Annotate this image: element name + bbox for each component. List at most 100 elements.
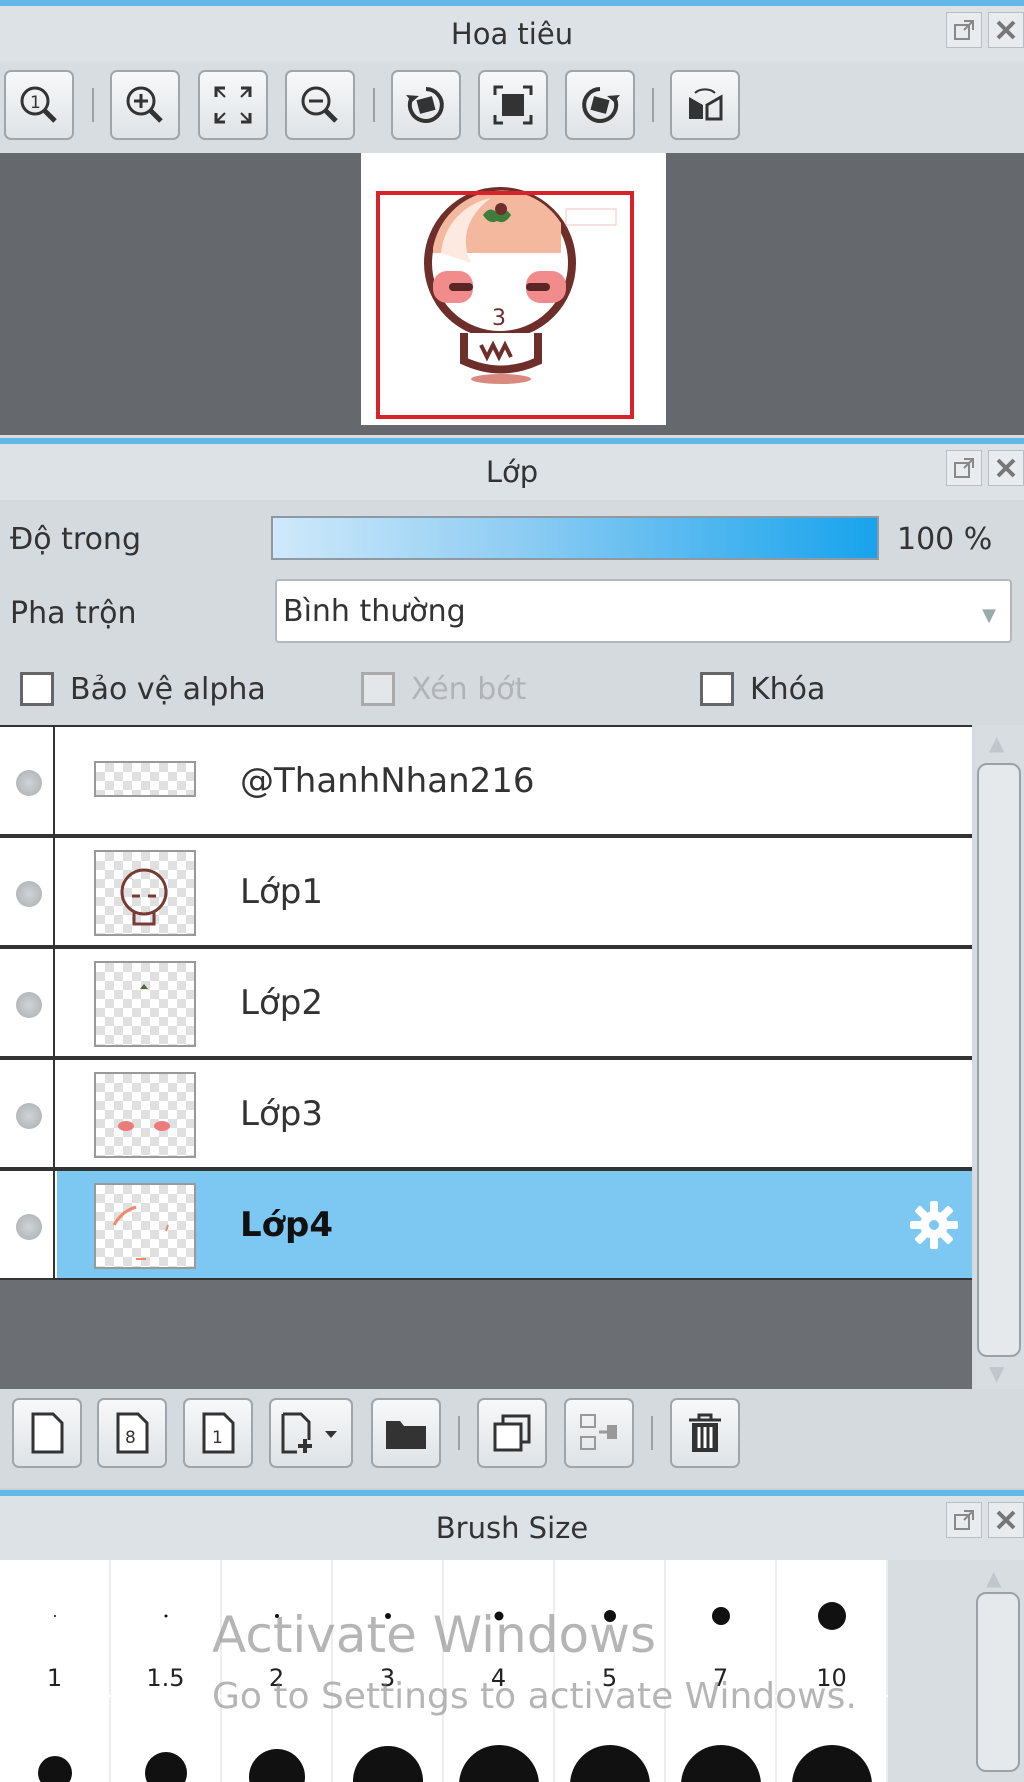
layer-thumbnail	[94, 1183, 196, 1269]
brush-dot	[37, 1756, 72, 1782]
layer-name: Lớp2	[240, 983, 323, 1023]
new-folder-button[interactable]	[371, 1398, 441, 1468]
layer-row[interactable]: Lớp3	[0, 1058, 972, 1169]
brush-size-cell[interactable]	[111, 1697, 222, 1782]
zoom-actual-size-button[interactable]: 1	[4, 70, 74, 140]
toolbar-separator	[652, 88, 654, 122]
delete-layer-button[interactable]	[670, 1398, 740, 1468]
blend-mode-dropdown[interactable]: Bình thường ▼	[275, 579, 1012, 643]
lock-label: Khóa	[750, 672, 826, 707]
navigator-canvas[interactable]: 3	[0, 153, 1024, 435]
zoom-out-button[interactable]	[285, 70, 355, 140]
layer-titlebar: Lớp	[0, 438, 1024, 500]
skull-drawing: 3	[376, 187, 634, 419]
rotate-right-button[interactable]	[565, 70, 635, 140]
clipping-checkbox[interactable]	[361, 672, 395, 706]
zoom-in-button[interactable]	[110, 70, 180, 140]
navigator-panel: Hoa tiêu 1 3	[0, 0, 1024, 438]
opacity-value: 100 %	[897, 522, 993, 557]
undock-icon[interactable]	[946, 450, 982, 486]
visibility-icon[interactable]	[16, 881, 42, 907]
svg-text:1: 1	[30, 93, 41, 113]
layer-thumbnail	[94, 761, 196, 797]
brush-scrollbar[interactable]: ▲	[970, 1560, 1024, 1782]
visibility-icon[interactable]	[16, 1103, 42, 1129]
layer-name: Lớp3	[240, 1094, 323, 1134]
scrollbar-thumb[interactable]	[977, 763, 1021, 1357]
opacity-label: Độ trong	[10, 522, 141, 557]
svg-text:1: 1	[212, 1428, 223, 1448]
brush-size-cell[interactable]: 7	[666, 1560, 777, 1695]
brush-dot	[164, 1614, 167, 1618]
brush-dot	[144, 1752, 187, 1782]
visibility-cell[interactable]	[0, 838, 55, 945]
blend-mode-value: Bình thường	[283, 593, 466, 629]
scroll-down-icon[interactable]: ▼	[989, 1361, 1004, 1385]
settings-gear-icon[interactable]	[908, 1199, 960, 1255]
brush-size-cell[interactable]	[0, 1697, 111, 1782]
layer-row[interactable]: @ThanhNhan216	[0, 725, 972, 836]
visibility-cell[interactable]	[0, 949, 55, 1056]
toolbar-separator	[373, 88, 375, 122]
layer-name: Lớp1	[240, 872, 323, 912]
layer-title: Lớp	[485, 455, 539, 489]
toolbar-separator	[92, 88, 94, 122]
visibility-cell[interactable]	[0, 1060, 55, 1167]
add-layer-dropdown-button[interactable]	[269, 1398, 353, 1468]
navigator-window-controls	[946, 12, 1024, 48]
scrollbar-thumb[interactable]	[976, 1592, 1020, 1772]
new-1bit-layer-button[interactable]: 1	[183, 1398, 253, 1468]
layer-window-controls	[946, 450, 1024, 486]
visibility-icon[interactable]	[16, 992, 42, 1018]
visibility-icon[interactable]	[16, 770, 42, 796]
brush-size-cell[interactable]: 10	[777, 1560, 888, 1695]
layer-name: Lớp4	[240, 1205, 334, 1245]
layer-row-selected[interactable]: Lớp4	[0, 1169, 972, 1280]
layer-row[interactable]: Lớp2	[0, 947, 972, 1058]
brush-dot	[791, 1745, 872, 1782]
activation-watermark-subtitle: Go to Settings to activate Windows.	[212, 1676, 857, 1717]
visibility-icon[interactable]	[16, 1214, 42, 1240]
fit-to-window-button[interactable]	[198, 70, 268, 140]
flip-horizontal-button[interactable]	[670, 70, 740, 140]
layer-name: @ThanhNhan216	[240, 761, 535, 801]
layer-thumbnail	[94, 850, 196, 936]
layer-row[interactable]: Lớp1	[0, 836, 972, 947]
navigator-titlebar: Hoa tiêu	[0, 0, 1024, 62]
scroll-up-icon[interactable]: ▲	[986, 1566, 1001, 1590]
activation-watermark-title: Activate Windows	[212, 1606, 656, 1664]
undock-icon[interactable]	[946, 1502, 982, 1538]
brush-dot	[53, 1615, 56, 1617]
opacity-slider[interactable]	[271, 516, 879, 560]
brush-size-label: 1.5	[146, 1664, 185, 1692]
svg-text:8: 8	[125, 1428, 136, 1448]
layer-scrollbar[interactable]: ▲ ▼	[975, 725, 1024, 1389]
brush-size-cell[interactable]: 1.5	[111, 1560, 222, 1695]
scroll-up-icon[interactable]: ▲	[989, 731, 1004, 755]
close-icon[interactable]	[988, 1502, 1024, 1538]
close-icon[interactable]	[988, 12, 1024, 48]
preview-mouth-number: 3	[492, 306, 506, 331]
lock-checkbox[interactable]	[700, 672, 734, 706]
new-raster-layer-button[interactable]	[12, 1398, 82, 1468]
new-8bit-layer-button[interactable]: 8	[97, 1398, 167, 1468]
rotate-left-button[interactable]	[391, 70, 461, 140]
brush-dot	[458, 1745, 539, 1782]
visibility-cell[interactable]	[0, 1171, 55, 1278]
brush-dot	[352, 1746, 423, 1782]
clipping-label: Xén bớt	[411, 672, 527, 707]
merge-down-button[interactable]	[564, 1398, 634, 1468]
protect-alpha-checkbox[interactable]	[20, 672, 54, 706]
brush-dot	[817, 1602, 846, 1630]
visibility-cell[interactable]	[0, 727, 55, 834]
brush-dot	[569, 1745, 650, 1782]
duplicate-layer-button[interactable]	[477, 1398, 547, 1468]
close-icon[interactable]	[988, 450, 1024, 486]
canvas-preview-image: 3	[361, 153, 666, 425]
brush-dot	[711, 1607, 730, 1625]
undock-icon[interactable]	[946, 12, 982, 48]
layer-thumbnail	[94, 961, 196, 1047]
brush-size-cell[interactable]: 1	[0, 1560, 111, 1695]
brush-window-controls	[946, 1502, 1024, 1538]
reset-rotation-button[interactable]	[478, 70, 548, 140]
